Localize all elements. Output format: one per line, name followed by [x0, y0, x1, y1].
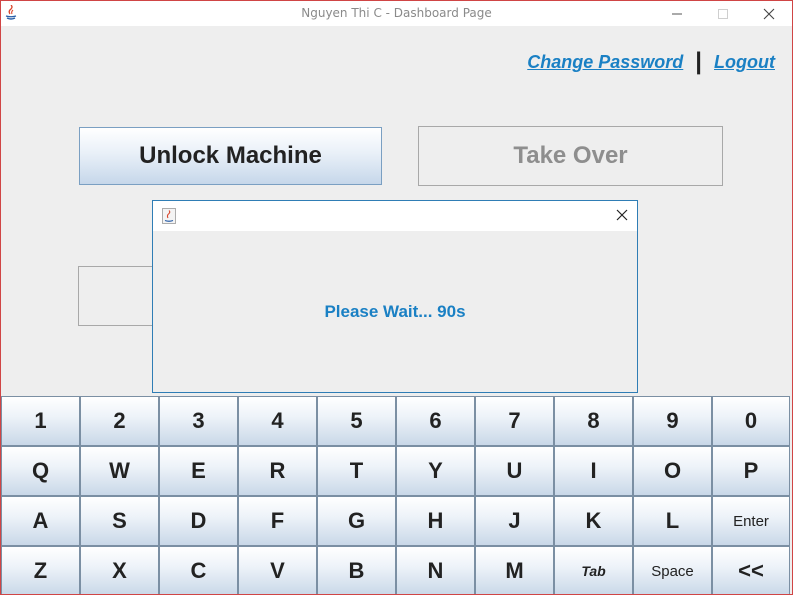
header-links: Change Password | Logout	[527, 48, 775, 75]
maximize-button[interactable]	[700, 1, 746, 26]
key-6[interactable]: 6	[396, 396, 475, 446]
unlock-machine-button[interactable]: Unlock Machine	[79, 127, 382, 185]
key-7[interactable]: 7	[475, 396, 554, 446]
key-j[interactable]: J	[475, 496, 554, 546]
key-5[interactable]: 5	[317, 396, 396, 446]
key-a[interactable]: A	[1, 496, 80, 546]
minimize-button[interactable]	[654, 1, 700, 26]
key-n[interactable]: N	[396, 546, 475, 594]
key-u[interactable]: U	[475, 446, 554, 496]
key-g[interactable]: G	[317, 496, 396, 546]
hidden-field-box	[78, 266, 158, 326]
key-k[interactable]: K	[554, 496, 633, 546]
close-button[interactable]	[746, 1, 792, 26]
key-v[interactable]: V	[238, 546, 317, 594]
key-0[interactable]: 0	[712, 396, 790, 446]
key-z[interactable]: Z	[1, 546, 80, 594]
key-1[interactable]: 1	[1, 396, 80, 446]
key-space[interactable]: Space	[633, 546, 712, 594]
key-o[interactable]: O	[633, 446, 712, 496]
window-titlebar[interactable]: Nguyen Thi C - Dashboard Page	[1, 1, 792, 26]
key-d[interactable]: D	[159, 496, 238, 546]
key-q[interactable]: Q	[1, 446, 80, 496]
key-p[interactable]: P	[712, 446, 790, 496]
logout-link[interactable]: Logout	[714, 52, 775, 73]
take-over-button[interactable]: Take Over	[418, 126, 723, 186]
key-backspace[interactable]: <<	[712, 546, 790, 594]
dialog-titlebar[interactable]	[153, 201, 637, 231]
key-x[interactable]: X	[80, 546, 159, 594]
key-9[interactable]: 9	[633, 396, 712, 446]
key-3[interactable]: 3	[159, 396, 238, 446]
key-y[interactable]: Y	[396, 446, 475, 496]
key-c[interactable]: C	[159, 546, 238, 594]
key-b[interactable]: B	[317, 546, 396, 594]
please-wait-dialog: Please Wait... 90s	[152, 200, 638, 393]
key-i[interactable]: I	[554, 446, 633, 496]
dashboard-window: Nguyen Thi C - Dashboard Page Change Pas…	[0, 0, 793, 595]
key-e[interactable]: E	[159, 446, 238, 496]
key-m[interactable]: M	[475, 546, 554, 594]
key-r[interactable]: R	[238, 446, 317, 496]
java-dialog-icon	[162, 208, 176, 224]
key-enter[interactable]: Enter	[712, 496, 790, 546]
key-8[interactable]: 8	[554, 396, 633, 446]
key-2[interactable]: 2	[80, 396, 159, 446]
change-password-link[interactable]: Change Password	[527, 52, 683, 73]
key-s[interactable]: S	[80, 496, 159, 546]
key-w[interactable]: W	[80, 446, 159, 496]
link-separator: |	[695, 48, 703, 75]
key-l[interactable]: L	[633, 496, 712, 546]
wait-countdown-message: Please Wait... 90s	[324, 302, 466, 321]
key-h[interactable]: H	[396, 496, 475, 546]
dialog-close-icon[interactable]	[614, 207, 630, 223]
key-tab[interactable]: Tab	[554, 546, 633, 594]
key-t[interactable]: T	[317, 446, 396, 496]
key-4[interactable]: 4	[238, 396, 317, 446]
on-screen-keyboard: 1 2 3 4 5 6 7 8 9 0 Q W E R T Y U I O P …	[1, 396, 792, 594]
key-f[interactable]: F	[238, 496, 317, 546]
